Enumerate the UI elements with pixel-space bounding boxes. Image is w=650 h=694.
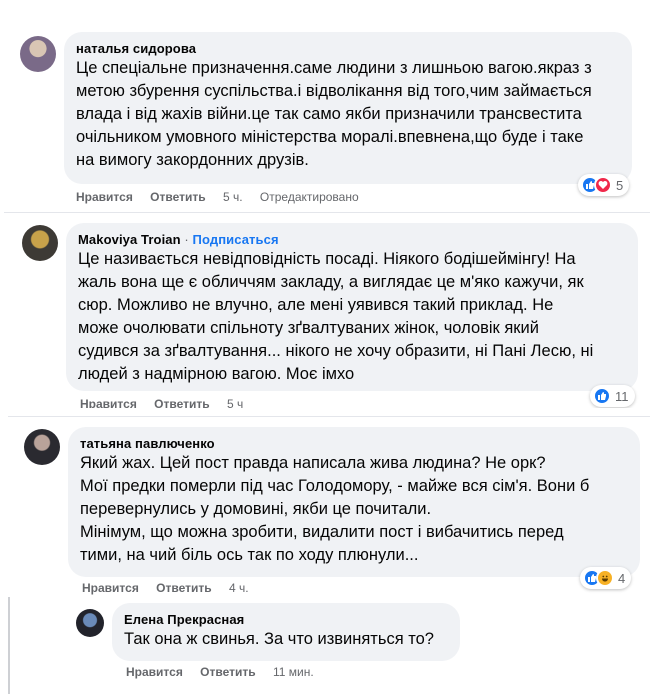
like-button[interactable]: Нравится: [82, 581, 139, 595]
comment-author[interactable]: Елена Прекрасная: [124, 611, 448, 628]
comment-text: Який жах. Цей пост правда написала жива …: [80, 454, 590, 564]
avatar[interactable]: [20, 36, 56, 72]
avatar[interactable]: [22, 225, 58, 261]
reply-button[interactable]: Ответить: [150, 190, 205, 204]
comment-author[interactable]: Makoviya Troian: [78, 232, 181, 247]
comment-actions: Нравится Ответить 5 ч. Отредактировано: [76, 190, 373, 204]
comment-actions: Нравится Ответить 4 ч.: [82, 581, 263, 595]
like-button[interactable]: Нравится: [76, 190, 133, 204]
comment-bubble: наталья сидорова Це спеціальне призначен…: [64, 32, 632, 184]
reaction-summary[interactable]: 4: [580, 567, 632, 589]
reply-button[interactable]: Ответить: [156, 581, 211, 595]
comment-bubble: Makoviya Troian · Подписаться Це називає…: [66, 223, 638, 391]
comment-time[interactable]: 4 ч.: [229, 581, 249, 595]
comment-time[interactable]: 11 мин.: [273, 665, 314, 679]
comment-text: Це спеціальне призначення.саме людини з …: [76, 59, 592, 169]
comment-author[interactable]: татьяна павлюченко: [80, 435, 628, 452]
comment-actions: Нравится Ответить 5 ч: [80, 397, 257, 408]
comment-actions: Нравится Ответить 11 мин.: [126, 665, 328, 679]
like-button[interactable]: Нравится: [126, 665, 183, 679]
comment-panel-3: татьяна павлюченко Який жах. Цей пост пр…: [8, 416, 650, 694]
like-button[interactable]: Нравится: [80, 397, 137, 408]
reaction-summary[interactable]: 5: [578, 174, 630, 196]
avatar[interactable]: [76, 609, 104, 637]
love-icon: [594, 176, 612, 194]
reply-bubble: Елена Прекрасная Так она ж свинья. За чт…: [112, 603, 460, 661]
comment-bubble: татьяна павлюченко Який жах. Цей пост пр…: [68, 427, 640, 577]
reply-button[interactable]: Ответить: [154, 397, 209, 408]
comment-text: Так она ж свинья. За что извиняться то?: [124, 630, 434, 648]
comment-author-row: Makoviya Troian · Подписаться: [78, 231, 626, 248]
comment-panel-2: Makoviya Troian · Подписаться Це називає…: [4, 212, 650, 408]
comment-time[interactable]: 5 ч.: [223, 190, 243, 204]
subscribe-link[interactable]: Подписаться: [193, 232, 279, 247]
comment-author[interactable]: наталья сидорова: [76, 40, 620, 57]
reaction-count: 5: [616, 177, 624, 193]
reaction-summary[interactable]: 11: [590, 385, 635, 407]
like-icon: [593, 387, 611, 405]
reaction-count: 11: [615, 388, 629, 404]
edited-label: Отредактировано: [259, 190, 359, 204]
comment-time[interactable]: 5 ч: [227, 397, 243, 408]
avatar[interactable]: [24, 429, 60, 465]
thread-line: [8, 597, 10, 694]
reply-button[interactable]: Ответить: [200, 665, 255, 679]
separator-dot: ·: [184, 232, 189, 247]
comment-panel-1: наталья сидорова Це спеціальне призначен…: [0, 22, 650, 210]
reaction-count: 4: [618, 570, 626, 586]
haha-icon: [596, 569, 614, 587]
comment-text: Це називається невідповідність посаді. Н…: [78, 250, 594, 383]
